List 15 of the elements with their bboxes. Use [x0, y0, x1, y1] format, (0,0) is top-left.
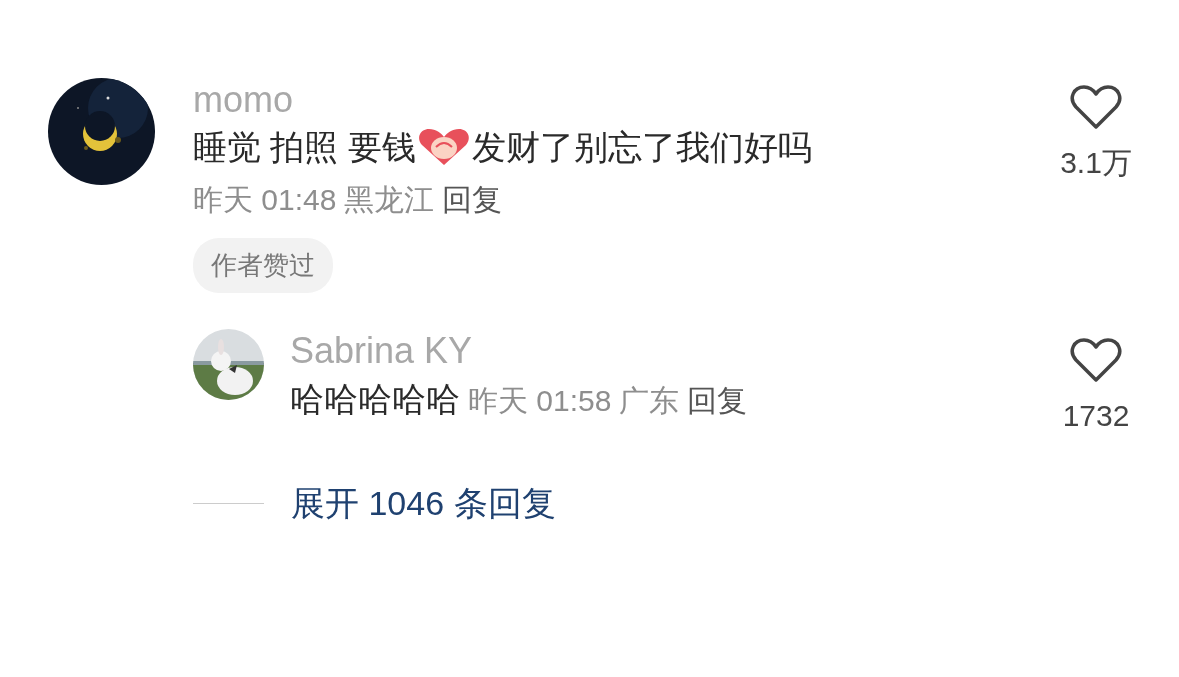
- reply-link[interactable]: 回复: [687, 377, 748, 423]
- comment-time: 昨天 01:48: [193, 182, 337, 219]
- reply-time: 昨天 01:58: [468, 382, 612, 419]
- like-count: 3.1万: [1060, 145, 1132, 181]
- reply-text: 哈哈哈哈哈: [290, 378, 460, 420]
- heart-icon[interactable]: [1070, 84, 1122, 130]
- author-liked-tag: 作者赞过: [193, 238, 333, 294]
- reply-location: 广东: [619, 382, 680, 419]
- reply-link[interactable]: 回复: [442, 177, 503, 223]
- comment-location: 黑龙江: [344, 182, 435, 219]
- comment-text: 睡觉 拍照 要钱: [193, 127, 416, 169]
- like-count: 1732: [1062, 398, 1130, 435]
- heart-icon[interactable]: [1070, 337, 1122, 384]
- expand-replies-link[interactable]: 展开 1046 条回复: [291, 478, 556, 530]
- comment-text: 发财了别忘了我们好吗: [471, 127, 812, 169]
